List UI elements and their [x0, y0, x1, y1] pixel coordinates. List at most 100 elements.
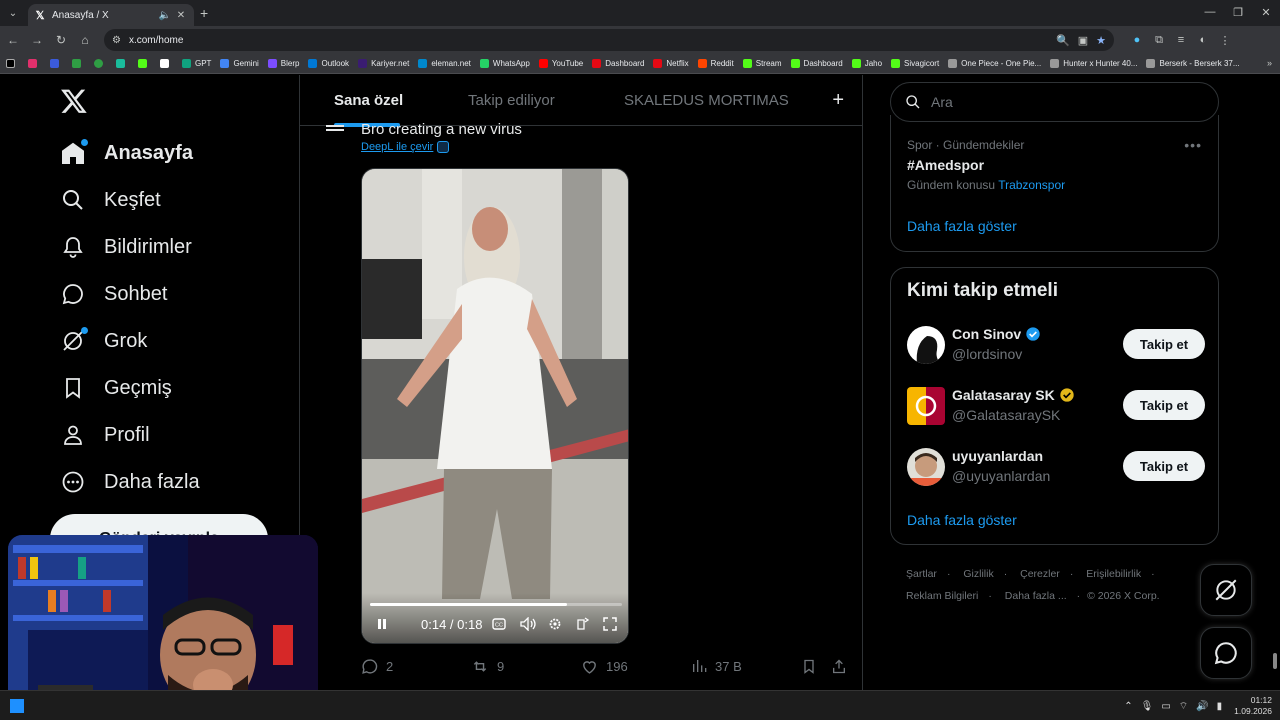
- trends-show-more[interactable]: Daha fazla göster: [907, 218, 1017, 234]
- bookmark-item[interactable]: Hunter x Hunter 40...: [1050, 59, 1137, 68]
- bookmark-item[interactable]: Kariyer.net: [358, 59, 409, 68]
- url-text[interactable]: x.com/home: [129, 35, 1048, 46]
- nav-bookmarks[interactable]: Geçmiş: [60, 370, 172, 406]
- footer-link[interactable]: Reklam Bilgileri: [906, 590, 978, 602]
- start-windows-icon[interactable]: [10, 699, 24, 713]
- share-button[interactable]: [831, 655, 855, 677]
- browser-menu-icon[interactable]: ⋮: [1214, 34, 1236, 47]
- extension-icon[interactable]: ●: [1126, 34, 1148, 47]
- follow-suggestion[interactable]: Galatasaray SK @GalatasaraySK Takip et: [907, 387, 1205, 427]
- trend-meta-link[interactable]: Trabzonspor: [998, 178, 1065, 192]
- follow-button[interactable]: Takip et: [1123, 451, 1205, 481]
- translate-link[interactable]: DeepL ile çevir: [361, 141, 450, 153]
- views-button[interactable]: 37 B: [691, 655, 742, 677]
- clock[interactable]: 01:12 1.09.2026: [1234, 695, 1272, 717]
- messages-fab-button[interactable]: [1200, 627, 1252, 679]
- close-window-button[interactable]: ✕: [1252, 0, 1280, 24]
- avatar[interactable]: [907, 448, 945, 486]
- translate-label[interactable]: DeepL ile çevir: [361, 141, 433, 153]
- minimize-button[interactable]: —: [1196, 0, 1224, 24]
- reply-button[interactable]: 2: [361, 655, 393, 677]
- captions-icon[interactable]: CC: [489, 613, 509, 635]
- home-button[interactable]: ⌂: [74, 29, 96, 51]
- nav-profile[interactable]: Profil: [60, 417, 150, 453]
- tab-close-icon[interactable]: ✕: [174, 10, 188, 21]
- tweet-video[interactable]: 0:14 / 0:18 CC: [361, 168, 629, 644]
- avatar[interactable]: [907, 387, 945, 425]
- grok-fab-button[interactable]: [1200, 564, 1252, 616]
- reload-button[interactable]: ↻: [50, 29, 72, 51]
- who-to-follow-show-more[interactable]: Daha fazla göster: [907, 512, 1017, 528]
- avatar[interactable]: [907, 326, 945, 364]
- forward-button[interactable]: →: [26, 29, 48, 51]
- bookmark-item[interactable]: Sivagicort: [891, 59, 939, 68]
- bookmark-item[interactable]: GPT: [182, 59, 211, 68]
- like-button[interactable]: 196: [581, 655, 628, 677]
- more-options-icon[interactable]: •••: [1184, 137, 1202, 153]
- follow-button[interactable]: Takip et: [1123, 329, 1205, 359]
- search-box[interactable]: Ara: [890, 82, 1219, 122]
- tab-audio-icon[interactable]: 🔈: [158, 10, 172, 21]
- fullscreen-icon[interactable]: [600, 613, 620, 635]
- repost-button[interactable]: 9: [471, 655, 504, 677]
- rotate-icon[interactable]: [572, 613, 592, 635]
- new-tab-button[interactable]: +: [200, 5, 208, 21]
- add-tab-button[interactable]: +: [832, 89, 844, 112]
- profile-icon[interactable]: ◐: [1192, 34, 1214, 47]
- bookmark-icon-only[interactable]: [116, 59, 129, 68]
- bookmark-item[interactable]: Gemini: [220, 59, 259, 68]
- bookmark-x[interactable]: [6, 59, 19, 68]
- cast-icon[interactable]: ▣: [1078, 34, 1088, 47]
- volume-icon[interactable]: [518, 613, 538, 635]
- bookmark-item[interactable]: Jaho: [851, 59, 882, 68]
- network-icon[interactable]: ⌔: [1179, 700, 1188, 713]
- bookmark-item[interactable]: Blerp: [267, 59, 299, 68]
- bookmark-item[interactable]: eleman.net: [418, 59, 471, 68]
- nav-chat[interactable]: Sohbet: [60, 276, 167, 312]
- bookmark-icon-only[interactable]: [50, 59, 63, 68]
- bookmark-icon-only[interactable]: [138, 59, 151, 68]
- bookmark-icon-only[interactable]: [28, 59, 41, 68]
- pause-icon[interactable]: [372, 613, 392, 635]
- reading-list-icon[interactable]: ≡: [1170, 34, 1192, 47]
- follow-suggestion[interactable]: Con Sinov @lordsinov Takip et: [907, 326, 1205, 366]
- bookmark-item[interactable]: Berserk - Berserk 37...: [1146, 59, 1240, 68]
- bookmark-tweet-button[interactable]: [801, 655, 825, 677]
- site-info-icon[interactable]: ⚙: [112, 35, 121, 46]
- follow-suggestion[interactable]: uyuyanlardan @uyuyanlardan Takip et: [907, 448, 1205, 488]
- bookmark-item[interactable]: YouTube: [538, 59, 583, 68]
- url-bar[interactable]: ⚙ x.com/home 🔍 ▣ ★: [104, 29, 1114, 51]
- footer-link[interactable]: Daha fazla ...: [1005, 590, 1067, 602]
- x-logo-icon[interactable]: [60, 87, 88, 115]
- display-icon[interactable]: ▭: [1161, 701, 1170, 712]
- tab-search-button[interactable]: ⌄: [2, 3, 24, 23]
- footer-link[interactable]: Gizlilik: [963, 568, 993, 580]
- video-progress-bar[interactable]: [370, 603, 622, 606]
- bookmark-item[interactable]: One Piece - One Pie...: [948, 59, 1041, 68]
- bookmark-item[interactable]: WhatsApp: [479, 59, 530, 68]
- nav-grok[interactable]: Grok: [60, 323, 147, 359]
- browser-tab[interactable]: 𝕏 Anasayfa / X 🔈 ✕: [28, 4, 194, 26]
- back-button[interactable]: ←: [2, 29, 24, 51]
- bookmark-icon-only[interactable]: [94, 59, 107, 68]
- bookmark-item[interactable]: Stream: [742, 59, 782, 68]
- bookmark-item[interactable]: Netflix: [653, 59, 689, 68]
- follow-button[interactable]: Takip et: [1123, 390, 1205, 420]
- zoom-icon[interactable]: 🔍: [1056, 34, 1070, 47]
- battery-icon[interactable]: ▮: [1217, 701, 1223, 712]
- mic-icon[interactable]: 🎙: [1141, 701, 1154, 712]
- extensions-puzzle-icon[interactable]: ⧉: [1148, 34, 1170, 47]
- settings-gear-icon[interactable]: [545, 613, 565, 635]
- nav-notifications[interactable]: Bildirimler: [60, 229, 192, 265]
- search-placeholder[interactable]: Ara: [931, 94, 953, 110]
- bookmark-icon-only[interactable]: [72, 59, 85, 68]
- tab-following[interactable]: Takip ediliyor: [468, 92, 555, 109]
- nav-explore[interactable]: Keşfet: [60, 182, 161, 218]
- bookmarks-overflow-icon[interactable]: »: [1267, 58, 1272, 68]
- speaker-icon[interactable]: 🔊: [1196, 701, 1208, 712]
- footer-link[interactable]: Çerezler: [1020, 568, 1060, 580]
- scrollbar-thumb[interactable]: [1273, 653, 1277, 669]
- bookmark-star-icon[interactable]: ★: [1096, 34, 1106, 47]
- tab-list-skaledus[interactable]: SKALEDUS MORTIMAS: [624, 92, 789, 109]
- bookmark-icon-only[interactable]: [160, 59, 173, 68]
